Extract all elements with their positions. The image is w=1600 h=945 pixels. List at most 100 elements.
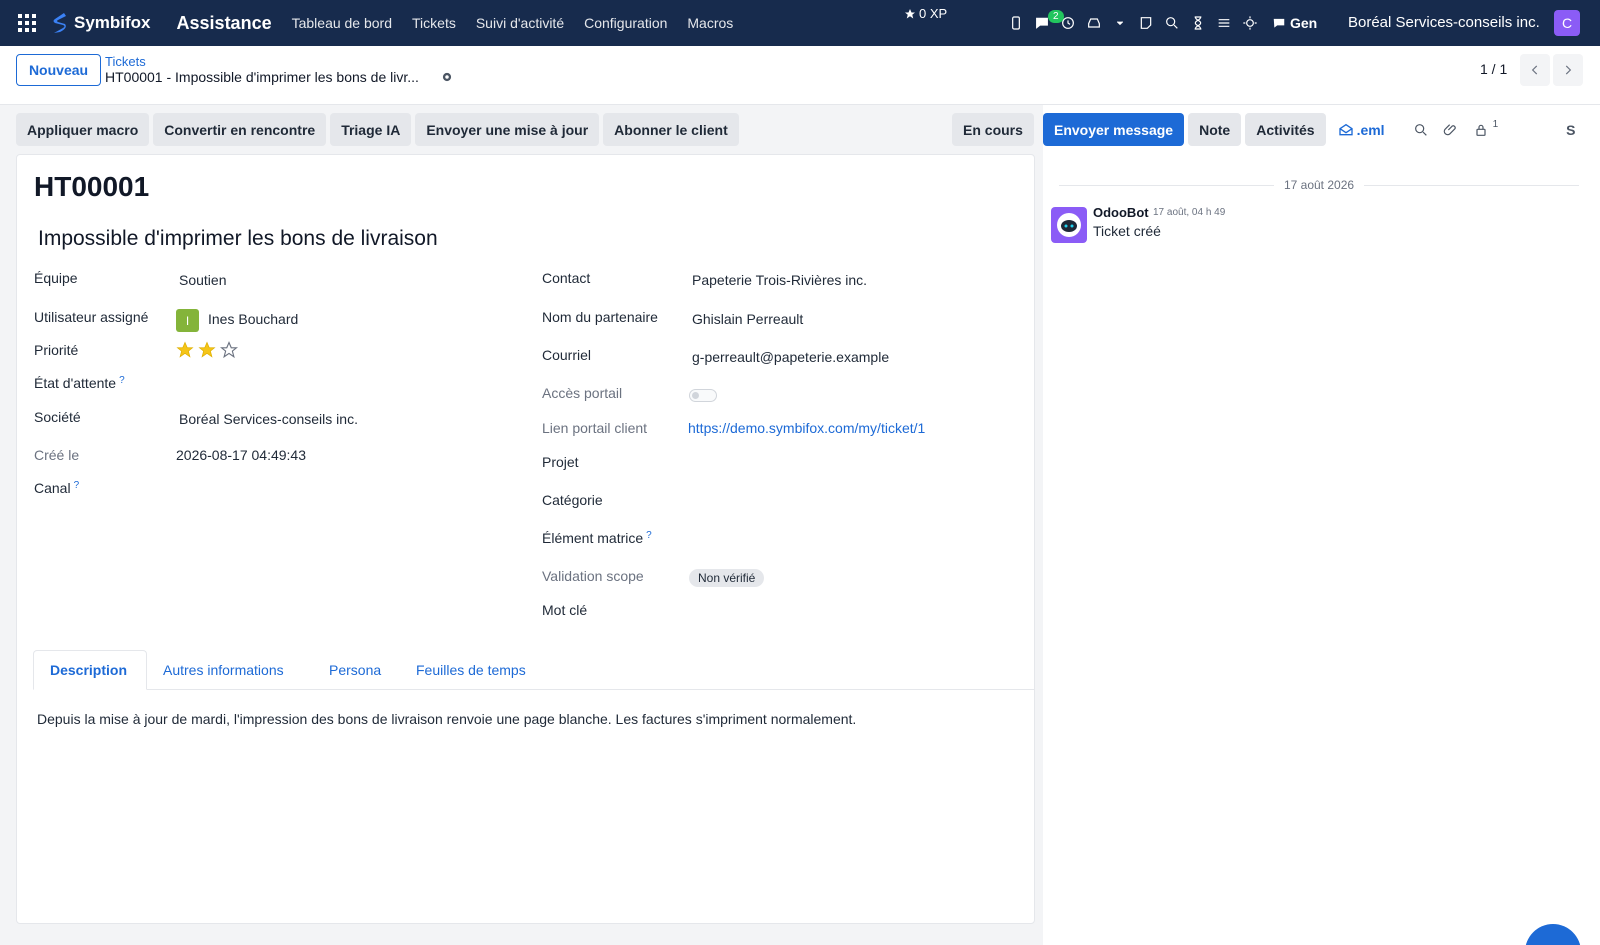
- breadcrumb-current: HT00001 - Impossible d'imprimer les bons…: [105, 69, 419, 85]
- pager-value: 1 / 1: [1480, 61, 1508, 77]
- portal-link-label: Lien portail client: [542, 420, 648, 436]
- partner-name-label: Nom du partenaire: [542, 309, 658, 325]
- matrix-element-label: Élément matrice?: [542, 530, 652, 546]
- status-in-progress-button[interactable]: En cours: [952, 113, 1034, 146]
- portal-access-label: Accès portail: [542, 385, 623, 401]
- keyword-label: Mot clé: [542, 602, 588, 618]
- tab-persona[interactable]: Persona: [313, 650, 397, 690]
- assigned-user-avatar: I: [176, 309, 199, 332]
- caret-down-icon[interactable]: [1110, 13, 1130, 33]
- message-body: Ticket créé: [1093, 223, 1161, 239]
- assigned-user-field[interactable]: Ines Bouchard: [208, 311, 298, 327]
- user-avatar[interactable]: C: [1554, 10, 1580, 36]
- apps-grid-icon[interactable]: [18, 14, 36, 32]
- priority-label: Priorité: [34, 342, 79, 358]
- email-label: Courriel: [542, 347, 592, 363]
- chat-count-badge: 2: [1048, 10, 1064, 23]
- gear-icon[interactable]: [440, 70, 454, 84]
- tab-timesheets[interactable]: Feuilles de temps: [400, 650, 542, 690]
- menu-item-dashboard[interactable]: Tableau de bord: [282, 15, 402, 31]
- main-menu: Tableau de bord Tickets Suivi d'activité…: [282, 15, 744, 31]
- chevron-left-icon: [1531, 65, 1538, 75]
- portal-access-toggle[interactable]: [689, 389, 717, 402]
- menu-item-configuration[interactable]: Configuration: [574, 15, 677, 31]
- eml-button[interactable]: .eml: [1338, 122, 1385, 138]
- help-icon[interactable]: ?: [119, 375, 125, 386]
- menu-item-activity[interactable]: Suivi d'activité: [466, 15, 574, 31]
- priority-stars[interactable]: [176, 341, 238, 359]
- date-label: 17 août 2026: [1283, 178, 1355, 192]
- send-message-button[interactable]: Envoyer message: [1043, 113, 1185, 146]
- date-separator: 17 août 2026: [1059, 175, 1580, 195]
- sun-icon[interactable]: [1240, 13, 1260, 33]
- subscribe-client-button[interactable]: Abonner le client: [603, 113, 739, 146]
- star-empty-icon[interactable]: [220, 341, 238, 359]
- convert-meeting-button[interactable]: Convertir en rencontre: [153, 113, 327, 146]
- speech-bubble-icon: [1273, 18, 1285, 28]
- sliders-icon[interactable]: [1214, 13, 1234, 33]
- pager-previous-button[interactable]: [1520, 54, 1550, 86]
- odoobot-avatar[interactable]: [1051, 207, 1087, 243]
- star-icon: [905, 8, 915, 18]
- partner-name-field[interactable]: Ghislain Perreault: [692, 311, 803, 327]
- mobile-icon[interactable]: [1006, 13, 1026, 33]
- contact-label: Contact: [542, 270, 591, 286]
- search-icon[interactable]: [1413, 122, 1429, 138]
- ticket-reference: HT00001: [34, 171, 150, 202]
- portal-link[interactable]: https://demo.symbifox.com/my/ticket/1: [688, 420, 925, 436]
- new-button[interactable]: Nouveau: [16, 54, 101, 86]
- company-field[interactable]: Boréal Services-conseils inc.: [179, 411, 358, 427]
- project-label: Projet: [542, 454, 579, 470]
- note-icon[interactable]: [1136, 13, 1156, 33]
- company-switcher[interactable]: Boréal Services-conseils inc.: [1348, 14, 1540, 31]
- activities-button[interactable]: Activités: [1245, 113, 1326, 146]
- created-label: Créé le: [34, 447, 80, 463]
- form-sheet: HT00001 Impossible d'imprimer les bons d…: [16, 154, 1035, 924]
- description-text[interactable]: Depuis la mise à jour de mardi, l'impres…: [37, 711, 856, 727]
- breadcrumb-tickets[interactable]: Tickets: [105, 54, 146, 69]
- team-field[interactable]: Soutien: [179, 272, 226, 288]
- app-name[interactable]: Assistance: [177, 13, 272, 34]
- search-icon[interactable]: [1162, 13, 1182, 33]
- action-buttons: Appliquer macro Convertir en rencontre T…: [16, 113, 739, 146]
- ticket-title-field[interactable]: Impossible d'imprimer les bons de livrai…: [38, 227, 438, 251]
- tab-description[interactable]: Description: [33, 650, 147, 690]
- xp-value: 0 XP: [919, 6, 948, 21]
- chevron-right-icon: [1565, 65, 1572, 75]
- email-field[interactable]: g-perreault@papeterie.example: [692, 349, 889, 365]
- hourglass-icon[interactable]: [1188, 13, 1208, 33]
- help-icon[interactable]: ?: [646, 530, 652, 541]
- log-note-button[interactable]: Note: [1188, 113, 1242, 146]
- followers-count: 1: [1492, 119, 1499, 130]
- gen-label: Gen: [1290, 15, 1318, 31]
- chatter-toolbar: Envoyer message Note Activités .eml 1 S: [1043, 113, 1575, 146]
- lock-icon[interactable]: [1473, 122, 1489, 138]
- message-author[interactable]: OdooBot: [1093, 205, 1149, 220]
- pager-next-button[interactable]: [1553, 54, 1583, 86]
- robot-icon: [1057, 213, 1081, 237]
- ai-triage-button[interactable]: Triage IA: [330, 113, 412, 146]
- contact-field[interactable]: Papeterie Trois-Rivières inc.: [692, 272, 867, 288]
- control-panel: Nouveau Tickets HT00001 - Impossible d'i…: [0, 46, 1600, 105]
- brand[interactable]: Symbifox: [50, 11, 151, 35]
- help-icon[interactable]: ?: [74, 480, 80, 491]
- menu-item-macros[interactable]: Macros: [677, 15, 743, 31]
- apply-macro-button[interactable]: Appliquer macro: [16, 113, 150, 146]
- menu-item-tickets[interactable]: Tickets: [402, 15, 466, 31]
- star-filled-icon[interactable]: [198, 341, 216, 359]
- xp-counter[interactable]: 0 XP: [904, 6, 947, 21]
- validation-scope-badge[interactable]: Non vérifié: [689, 569, 765, 587]
- systray: Gen: [1006, 0, 1317, 46]
- star-filled-icon[interactable]: [176, 341, 194, 359]
- paperclip-icon[interactable]: [1443, 122, 1459, 138]
- inbox-icon[interactable]: [1084, 13, 1104, 33]
- symbifox-logo-icon: [53, 13, 66, 33]
- top-navbar: Symbifox Assistance Tableau de bord Tick…: [0, 0, 1600, 46]
- chatter-truncated-label[interactable]: S: [1566, 122, 1575, 138]
- send-update-button[interactable]: Envoyer une mise à jour: [415, 113, 600, 146]
- created-value: 2026-08-17 04:49:43: [176, 447, 306, 463]
- gen-button[interactable]: Gen: [1272, 15, 1317, 31]
- tab-other-info[interactable]: Autres informations: [147, 650, 300, 690]
- eml-label: .eml: [1356, 121, 1385, 138]
- validation-scope-label: Validation scope: [542, 568, 644, 584]
